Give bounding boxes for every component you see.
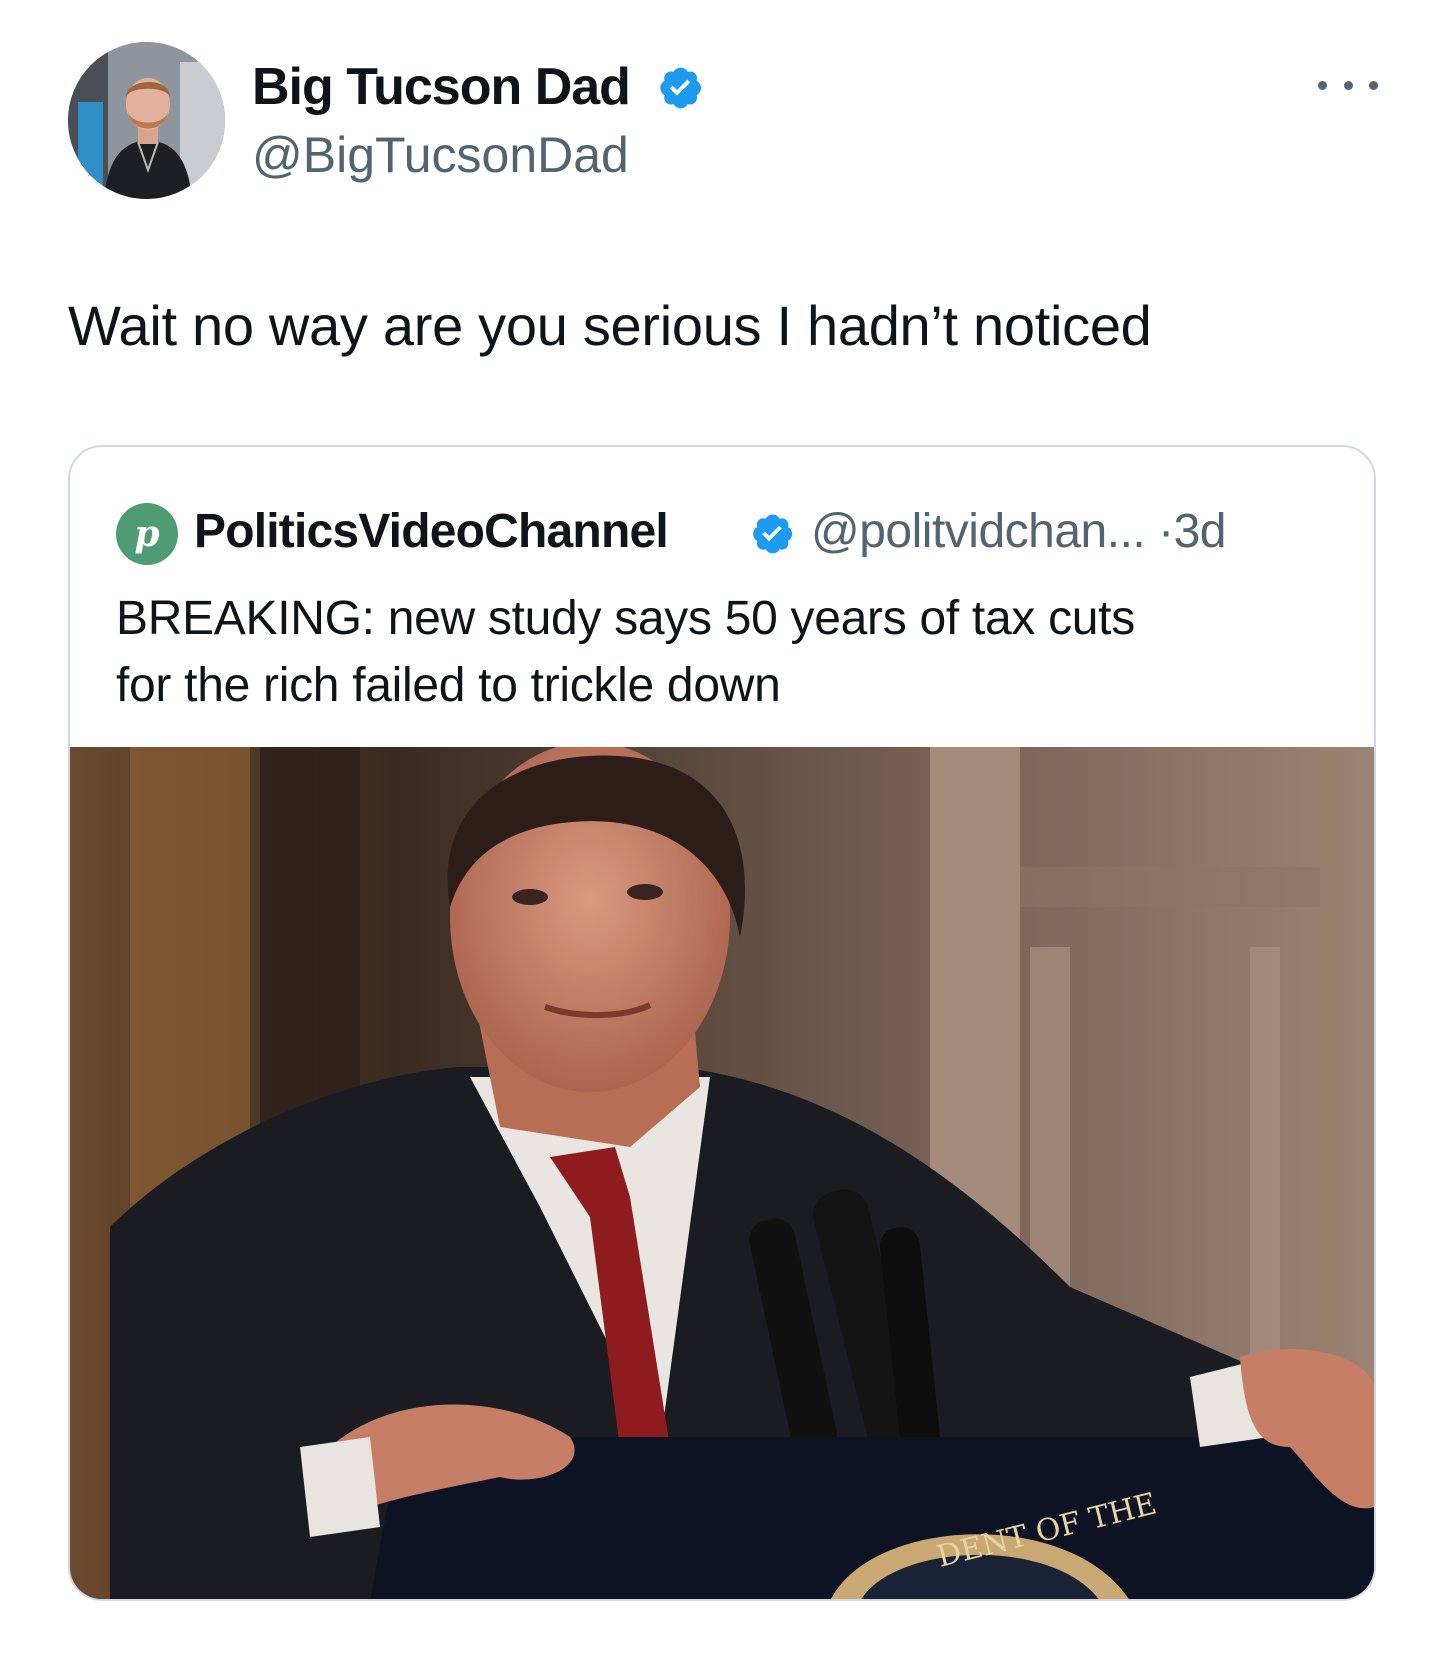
more-dot [1369,80,1378,90]
separator-dot: · [1158,505,1174,558]
tweet-text: Wait no way are you serious I hadn’t not… [68,294,1152,357]
tweet-card: Big Tucson Dad @BigTucsonDad Wait no way… [0,0,1440,1654]
channel-avatar[interactable]: p [116,503,178,565]
quoted-text-line: BREAKING: new study says 50 years of tax… [116,592,1135,645]
quoted-tweet[interactable]: p PoliticsVideoChannel @politvidchan... … [68,445,1376,1601]
quoted-handle: @politvidchan... [811,505,1146,558]
author-name[interactable]: Big Tucson Dad [252,52,631,122]
more-horizontal-icon [1318,80,1327,90]
quoted-timestamp: 3d [1173,505,1227,558]
channel-avatar-logo: p [134,513,160,555]
quoted-media-image[interactable]: DENT OF THE [70,747,1374,1599]
more-options-button[interactable] [1318,70,1378,100]
quoted-author-name[interactable]: PoliticsVideoChannel [194,499,669,565]
more-dot [1343,80,1353,90]
verified-badge-icon [753,514,793,554]
verified-badge-icon [660,67,701,109]
quoted-text-line: for the rich failed to trickle down [116,659,781,712]
quoted-text: BREAKING: new study says 50 years of tax… [116,585,1336,719]
author-handle[interactable]: @BigTucsonDad [252,122,629,188]
author-avatar[interactable] [68,42,225,199]
quoted-handle-time[interactable]: @politvidchan... ·3d [811,499,1226,565]
